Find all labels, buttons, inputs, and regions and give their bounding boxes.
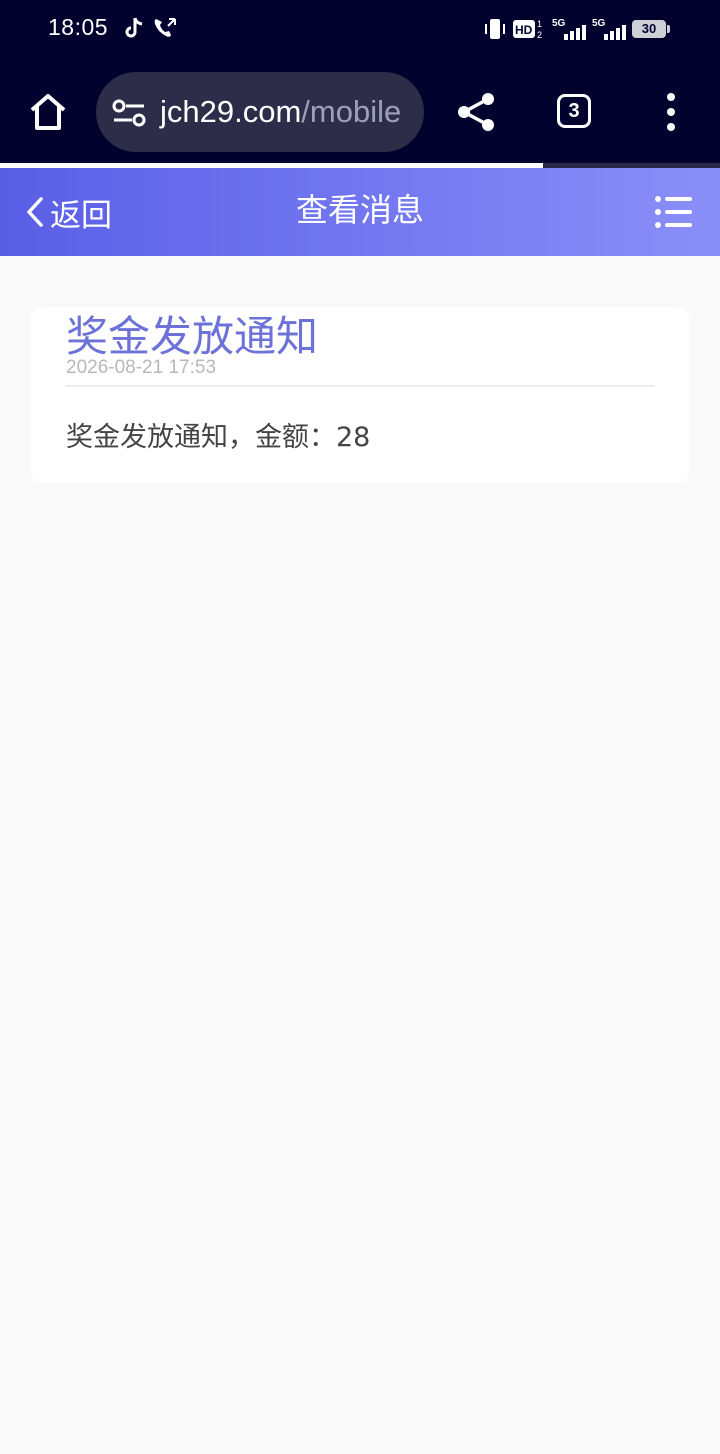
browser-chrome: 18:05 HD 1 2 5G 5G 30 jch29.com/mobile 3 [0,0,720,168]
list-menu-icon[interactable] [654,192,694,232]
svg-text:2: 2 [537,30,542,40]
app-header: 返回 查看消息 [0,168,720,256]
message-timestamp: 2026-08-21 17:53 [66,357,217,378]
site-settings-icon[interactable] [112,98,146,128]
signal-5g-icon-2: 5G [592,18,626,40]
signal-5g-icon: 5G [552,18,586,40]
status-bar: 18:05 HD 1 2 5G 5G 30 [0,0,720,60]
message-title: 奖金发放通知 [66,312,319,361]
message-content: 奖金发放通知，金额：28 [66,422,371,453]
url-path: /mobile [301,94,402,129]
tab-switcher-button[interactable]: 3 [557,94,591,128]
message-card: 奖金发放通知 2026-08-21 17:53 奖金发放通知，金额：28 [30,307,690,483]
tiktok-icon [125,17,143,38]
home-icon[interactable] [26,90,70,134]
share-icon[interactable] [454,90,498,134]
url-text: jch29.com/mobile [160,94,401,130]
status-icons: HD 1 2 5G 5G 30 [484,16,670,42]
svg-text:1: 1 [537,19,542,29]
page-title: 查看消息 [295,191,424,229]
missed-call-icon [154,18,176,37]
browser-toolbar: jch29.com/mobile 3 [0,70,720,154]
more-menu-icon[interactable] [656,90,686,134]
address-bar[interactable]: jch29.com/mobile [96,72,424,152]
svg-text:5G: 5G [592,18,606,29]
url-domain: jch29.com [160,94,302,129]
hd-icon: HD 1 2 [513,19,542,40]
battery-indicator: 30 [632,20,670,38]
message-divider [66,385,654,387]
svg-text:5G: 5G [552,18,566,29]
svg-text:HD: HD [515,23,533,37]
status-time: 18:05 [48,14,109,40]
vibrate-icon [485,19,505,39]
